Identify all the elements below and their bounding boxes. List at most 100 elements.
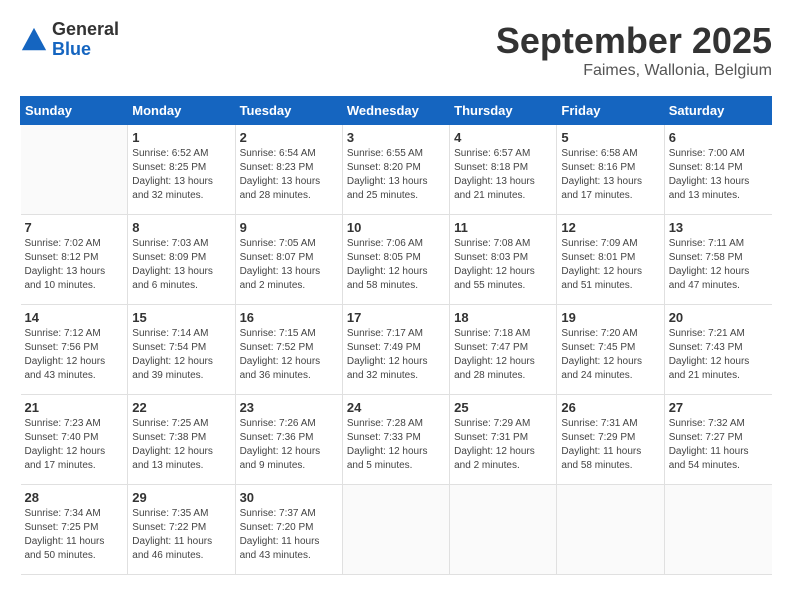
day-number: 8 [132, 220, 230, 235]
day-info: Sunrise: 7:12 AM Sunset: 7:56 PM Dayligh… [25, 327, 124, 383]
day-number: 20 [669, 310, 768, 325]
calendar-cell: 10Sunrise: 7:06 AM Sunset: 8:05 PM Dayli… [342, 215, 449, 305]
calendar-row: 14 Sunrise: 7:12 AM Sunset: 7:56 PM Dayli… [21, 305, 772, 395]
calendar-cell: 26 Sunrise: 7:31 AM Sunset: 7:29 PM Dayli… [557, 395, 664, 485]
header-day: Monday [128, 97, 235, 125]
day-info: Sunrise: 7:25 AM Sunset: 7:38 PM Dayligh… [132, 417, 230, 473]
calendar-cell: 19 Sunrise: 7:20 AM Sunset: 7:45 PM Dayli… [557, 305, 664, 395]
calendar-cell: 30 Sunrise: 7:37 AM Sunset: 7:20 PM Dayli… [235, 485, 342, 575]
day-info: Sunrise: 6:55 AM Sunset: 8:20 PM Dayligh… [347, 147, 445, 203]
day-info: Sunrise: 7:37 AM Sunset: 7:20 PM Dayligh… [240, 507, 338, 563]
calendar-cell: 25 Sunrise: 7:29 AM Sunset: 7:31 PM Dayli… [450, 395, 557, 485]
day-number: 4 [454, 130, 552, 145]
day-number: 5 [561, 130, 659, 145]
day-info: Sunrise: 7:17 AM Sunset: 7:49 PM Dayligh… [347, 327, 445, 383]
day-info: Sunrise: 6:58 AM Sunset: 8:16 PM Dayligh… [561, 147, 659, 203]
day-number: 14 [25, 310, 124, 325]
day-info: Sunrise: 7:00 AM Sunset: 8:14 PM Dayligh… [669, 147, 768, 203]
day-number: 26 [561, 400, 659, 415]
calendar-cell: 21 Sunrise: 7:23 AM Sunset: 7:40 PM Dayli… [21, 395, 128, 485]
calendar-cell: 8 Sunrise: 7:03 AM Sunset: 8:09 PM Daylig… [128, 215, 235, 305]
day-info: Sunrise: 7:32 AM Sunset: 7:27 PM Dayligh… [669, 417, 768, 473]
calendar-row: 21 Sunrise: 7:23 AM Sunset: 7:40 PM Dayli… [21, 395, 772, 485]
day-number: 12 [561, 220, 659, 235]
day-number: 21 [25, 400, 124, 415]
day-number: 1 [132, 130, 230, 145]
calendar-cell: 11 Sunrise: 7:08 AM Sunset: 8:03 PM Dayli… [450, 215, 557, 305]
day-info: Sunrise: 7:28 AM Sunset: 7:33 PM Dayligh… [347, 417, 445, 473]
day-info: Sunrise: 7:34 AM Sunset: 7:25 PM Dayligh… [25, 507, 124, 563]
title-block: September 2025 Faimes, Wallonia, Belgium [496, 20, 772, 80]
day-number: 27 [669, 400, 768, 415]
day-number: 28 [25, 490, 124, 505]
header-day: Saturday [664, 97, 771, 125]
calendar-cell [664, 485, 771, 575]
day-info: Sunrise: 7:35 AM Sunset: 7:22 PM Dayligh… [132, 507, 230, 563]
calendar-cell: 4 Sunrise: 6:57 AM Sunset: 8:18 PM Daylig… [450, 125, 557, 215]
day-number: 2 [240, 130, 338, 145]
calendar-cell: 24 Sunrise: 7:28 AM Sunset: 7:33 PM Dayli… [342, 395, 449, 485]
header-row: SundayMondayTuesdayWednesdayThursdayFrid… [21, 97, 772, 125]
header-day: Friday [557, 97, 664, 125]
day-info: Sunrise: 7:18 AM Sunset: 7:47 PM Dayligh… [454, 327, 552, 383]
calendar-cell: 9 Sunrise: 7:05 AM Sunset: 8:07 PM Daylig… [235, 215, 342, 305]
day-info: Sunrise: 7:23 AM Sunset: 7:40 PM Dayligh… [25, 417, 124, 473]
calendar-cell: 16 Sunrise: 7:15 AM Sunset: 7:52 PM Dayli… [235, 305, 342, 395]
day-number: 19 [561, 310, 659, 325]
logo: General Blue [20, 20, 119, 60]
calendar-cell: 29 Sunrise: 7:35 AM Sunset: 7:22 PM Dayli… [128, 485, 235, 575]
logo-text: General Blue [52, 20, 119, 60]
day-number: 29 [132, 490, 230, 505]
day-number: 18 [454, 310, 552, 325]
day-number: 6 [669, 130, 768, 145]
calendar-cell: 13Sunrise: 7:11 AM Sunset: 7:58 PM Dayli… [664, 215, 771, 305]
header-day: Thursday [450, 97, 557, 125]
logo-icon [20, 26, 48, 54]
day-number: 3 [347, 130, 445, 145]
day-number: 24 [347, 400, 445, 415]
calendar-cell: 12Sunrise: 7:09 AM Sunset: 8:01 PM Dayli… [557, 215, 664, 305]
calendar-cell: 6 Sunrise: 7:00 AM Sunset: 8:14 PM Daylig… [664, 125, 771, 215]
logo-blue: Blue [52, 40, 119, 60]
calendar-row: 28 Sunrise: 7:34 AM Sunset: 7:25 PM Dayli… [21, 485, 772, 575]
calendar-cell: 15Sunrise: 7:14 AM Sunset: 7:54 PM Dayli… [128, 305, 235, 395]
day-info: Sunrise: 7:21 AM Sunset: 7:43 PM Dayligh… [669, 327, 768, 383]
day-info: Sunrise: 7:02 AM Sunset: 8:12 PM Dayligh… [25, 237, 124, 293]
month-title: September 2025 [496, 20, 772, 62]
day-number: 16 [240, 310, 338, 325]
day-info: Sunrise: 7:26 AM Sunset: 7:36 PM Dayligh… [240, 417, 338, 473]
calendar-cell: 18 Sunrise: 7:18 AM Sunset: 7:47 PM Dayli… [450, 305, 557, 395]
header-day: Wednesday [342, 97, 449, 125]
calendar-cell [21, 125, 128, 215]
calendar-row: 1Sunrise: 6:52 AM Sunset: 8:25 PM Daylig… [21, 125, 772, 215]
calendar-cell [450, 485, 557, 575]
day-number: 22 [132, 400, 230, 415]
calendar-cell [557, 485, 664, 575]
calendar-cell [342, 485, 449, 575]
day-number: 10 [347, 220, 445, 235]
day-number: 25 [454, 400, 552, 415]
day-info: Sunrise: 7:11 AM Sunset: 7:58 PM Dayligh… [669, 237, 768, 293]
day-number: 30 [240, 490, 338, 505]
day-info: Sunrise: 6:54 AM Sunset: 8:23 PM Dayligh… [240, 147, 338, 203]
day-info: Sunrise: 7:08 AM Sunset: 8:03 PM Dayligh… [454, 237, 552, 293]
calendar-row: 7Sunrise: 7:02 AM Sunset: 8:12 PM Daylig… [21, 215, 772, 305]
day-info: Sunrise: 7:31 AM Sunset: 7:29 PM Dayligh… [561, 417, 659, 473]
calendar-cell: 17Sunrise: 7:17 AM Sunset: 7:49 PM Dayli… [342, 305, 449, 395]
calendar-cell: 5 Sunrise: 6:58 AM Sunset: 8:16 PM Daylig… [557, 125, 664, 215]
header-day: Tuesday [235, 97, 342, 125]
day-number: 23 [240, 400, 338, 415]
subtitle: Faimes, Wallonia, Belgium [496, 62, 772, 80]
day-info: Sunrise: 7:20 AM Sunset: 7:45 PM Dayligh… [561, 327, 659, 383]
calendar-cell: 20 Sunrise: 7:21 AM Sunset: 7:43 PM Dayli… [664, 305, 771, 395]
calendar-cell: 1Sunrise: 6:52 AM Sunset: 8:25 PM Daylig… [128, 125, 235, 215]
day-info: Sunrise: 7:05 AM Sunset: 8:07 PM Dayligh… [240, 237, 338, 293]
day-info: Sunrise: 6:57 AM Sunset: 8:18 PM Dayligh… [454, 147, 552, 203]
day-info: Sunrise: 7:15 AM Sunset: 7:52 PM Dayligh… [240, 327, 338, 383]
day-info: Sunrise: 7:03 AM Sunset: 8:09 PM Dayligh… [132, 237, 230, 293]
calendar-cell: 27 Sunrise: 7:32 AM Sunset: 7:27 PM Dayli… [664, 395, 771, 485]
day-number: 11 [454, 220, 552, 235]
day-info: Sunrise: 7:29 AM Sunset: 7:31 PM Dayligh… [454, 417, 552, 473]
day-number: 9 [240, 220, 338, 235]
day-info: Sunrise: 7:14 AM Sunset: 7:54 PM Dayligh… [132, 327, 230, 383]
